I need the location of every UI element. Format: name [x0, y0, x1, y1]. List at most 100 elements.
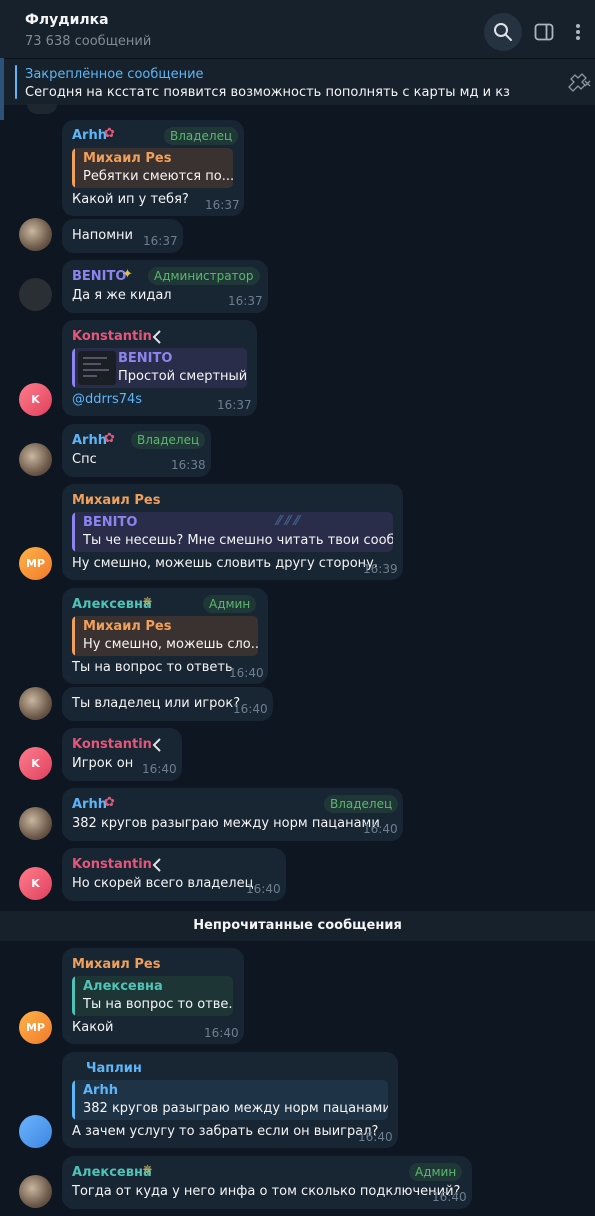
sender-emoji-icon: ✿	[104, 126, 115, 141]
unread-label: Непрочитанные сообщения	[193, 918, 402, 933]
message-time: 16:40	[229, 666, 264, 680]
message-time: 16:40	[358, 1130, 393, 1144]
pinned-accent-strip	[0, 58, 4, 120]
role-badge: Владелец	[164, 127, 239, 145]
reply-quote[interactable]: BENITO Простой смертный)	[72, 348, 247, 388]
role-badge: Админ	[203, 595, 257, 613]
reply-sender: Михаил Pes	[83, 151, 172, 166]
sender-name[interactable]: Михаил Pes	[72, 957, 160, 972]
message-text: Ну смешно, можешь словить другу сторону.	[72, 556, 379, 571]
avatar[interactable]: MP	[19, 1011, 52, 1044]
message-text: Спс	[72, 452, 97, 467]
message-bubble[interactable]: Михаил Pes Алексевна Ты на вопрос то отв…	[62, 948, 244, 1044]
message-time: 16:39	[363, 562, 398, 576]
chevron-left-icon	[152, 330, 161, 344]
message-bubble[interactable]: Ты владелец или игрок? 16:40	[62, 687, 273, 721]
reply-quote[interactable]: Алексевна Ты на вопрос то отве...	[72, 976, 233, 1016]
message-bubble[interactable]: Konstantin Но скорей всего владелец 16:4…	[62, 848, 286, 901]
unpin-button[interactable]	[563, 72, 593, 94]
message-text: Какой	[72, 1020, 114, 1035]
message-time: 16:40	[246, 882, 281, 896]
message-bubble[interactable]: Чаплин Arhh 382 кругов разыграю между но…	[62, 1052, 398, 1148]
sender-name[interactable]: Konstantin	[72, 329, 152, 344]
avatar[interactable]	[19, 1115, 52, 1148]
sender-emoji-icon: ✵	[142, 1163, 153, 1178]
message-text: Ты владелец или игрок?	[72, 696, 241, 711]
chevron-left-icon	[152, 858, 161, 872]
sender-name[interactable]: Arhh	[72, 797, 107, 812]
avatar[interactable]	[19, 1175, 52, 1208]
more-button[interactable]	[560, 13, 595, 51]
search-icon	[494, 23, 512, 41]
sender-name[interactable]: Arhh	[72, 433, 107, 448]
reply-bar	[72, 512, 75, 552]
pinned-text: Сегодня на ксстатс появится возможность …	[25, 85, 510, 100]
reply-bar	[72, 348, 75, 388]
message-bubble[interactable]: Konstantin BENITO Простой смертный) @ddr…	[62, 320, 257, 416]
chevron-left-icon	[152, 738, 161, 752]
message-text: Но скорей всего владелец	[72, 876, 254, 891]
pinned-indicator	[15, 65, 17, 99]
sender-name[interactable]: Konstantin	[72, 737, 152, 752]
sender-name[interactable]: Чаплин	[86, 1061, 142, 1076]
reply-thumbnail	[78, 351, 116, 385]
pinned-message-bar[interactable]: Закреплённое сообщение Сегодня на ксстат…	[0, 58, 595, 105]
reply-quote[interactable]: Михаил Pes Ребятки смеются по...	[72, 148, 233, 188]
avatar[interactable]	[19, 218, 52, 251]
reply-text: Ну смешно, можешь сло...	[83, 637, 258, 652]
message-time: 16:40	[432, 1190, 467, 1204]
reply-quote[interactable]: ⁄⁄ ⁄⁄ ⁄⁄ BENITO Ты че несешь? Мне смешно…	[72, 512, 393, 552]
reply-sender: BENITO	[83, 515, 138, 530]
avatar[interactable]: MP	[19, 547, 52, 580]
reply-quote[interactable]: Михаил Pes Ну смешно, можешь сло...	[72, 616, 258, 656]
sender-name[interactable]: Алексевна	[72, 1165, 152, 1180]
previous-message-avatar	[27, 104, 57, 114]
sender-name[interactable]: Михаил Pes	[72, 493, 160, 508]
role-badge: Админ	[409, 1163, 463, 1181]
avatar[interactable]	[19, 807, 52, 840]
message-text: Какой ип у тебя?	[72, 192, 189, 207]
reply-text: Ты на вопрос то отве...	[83, 997, 233, 1012]
message-bubble[interactable]: Напомни 16:37	[62, 219, 183, 253]
unpin-icon	[568, 73, 591, 92]
mention-link[interactable]: @ddrrs74s	[72, 392, 142, 407]
reply-text: Простой смертный)	[118, 369, 247, 384]
message-text: 382 кругов разыграю между норм пацанами	[72, 816, 380, 831]
message-bubble[interactable]: Михаил Pes ⁄⁄ ⁄⁄ ⁄⁄ BENITO Ты че несешь?…	[62, 484, 403, 580]
sender-emoji-icon: ✿	[104, 431, 115, 446]
message-bubble[interactable]: Arhh ✿ Владелец 382 кругов разыграю межд…	[62, 788, 403, 841]
message-bubble[interactable]: Konstantin Игрок он 16:40	[62, 728, 182, 781]
avatar[interactable]	[19, 687, 52, 720]
sender-emoji-icon: ✦	[122, 267, 133, 282]
reply-sender: Arhh	[83, 1083, 118, 1098]
message-time: 16:38	[171, 458, 206, 472]
reply-sender: Алексевна	[83, 979, 163, 994]
search-button[interactable]	[484, 13, 522, 51]
message-bubble[interactable]: Arhh ✿ Владелец Михаил Pes Ребятки смеют…	[62, 120, 244, 216]
role-badge: Владелец	[131, 431, 206, 449]
avatar[interactable]: K	[19, 383, 52, 416]
message-bubble[interactable]: BENITO ✦ Администратор Да я же кидал 16:…	[62, 260, 268, 313]
sender-name[interactable]: BENITO	[72, 269, 126, 284]
reply-bar	[72, 1080, 75, 1120]
reply-text: Ты че несешь? Мне смешно читать твои соо…	[83, 533, 393, 548]
avatar[interactable]: K	[19, 867, 52, 900]
sender-name[interactable]: Алексевна	[72, 597, 152, 612]
message-bubble[interactable]: Алексевна ✵ Админ Михаил Pes Ну смешно, …	[62, 588, 268, 684]
avatar[interactable]	[19, 443, 52, 476]
message-time: 16:37	[143, 234, 178, 248]
avatar[interactable]: K	[19, 747, 52, 780]
message-time: 16:40	[142, 762, 177, 776]
message-bubble[interactable]: Arhh ✿ Владелец Спс 16:38	[62, 424, 211, 477]
message-time: 16:37	[205, 198, 240, 212]
sender-name[interactable]: Konstantin	[72, 857, 152, 872]
chat-title[interactable]: Флудилка	[25, 12, 109, 28]
sidebar-toggle-button[interactable]	[525, 13, 563, 51]
reply-quote[interactable]: Arhh 382 кругов разыграю между норм паца…	[72, 1080, 388, 1120]
sender-emoji-icon: ✿	[104, 795, 115, 810]
message-bubble[interactable]: Алексевна ✵ Админ Тогда от куда у него и…	[62, 1156, 472, 1209]
avatar[interactable]	[19, 278, 52, 311]
message-time: 16:40	[204, 1026, 239, 1040]
sender-name[interactable]: Arhh	[72, 128, 107, 143]
more-vertical-icon	[576, 24, 580, 40]
